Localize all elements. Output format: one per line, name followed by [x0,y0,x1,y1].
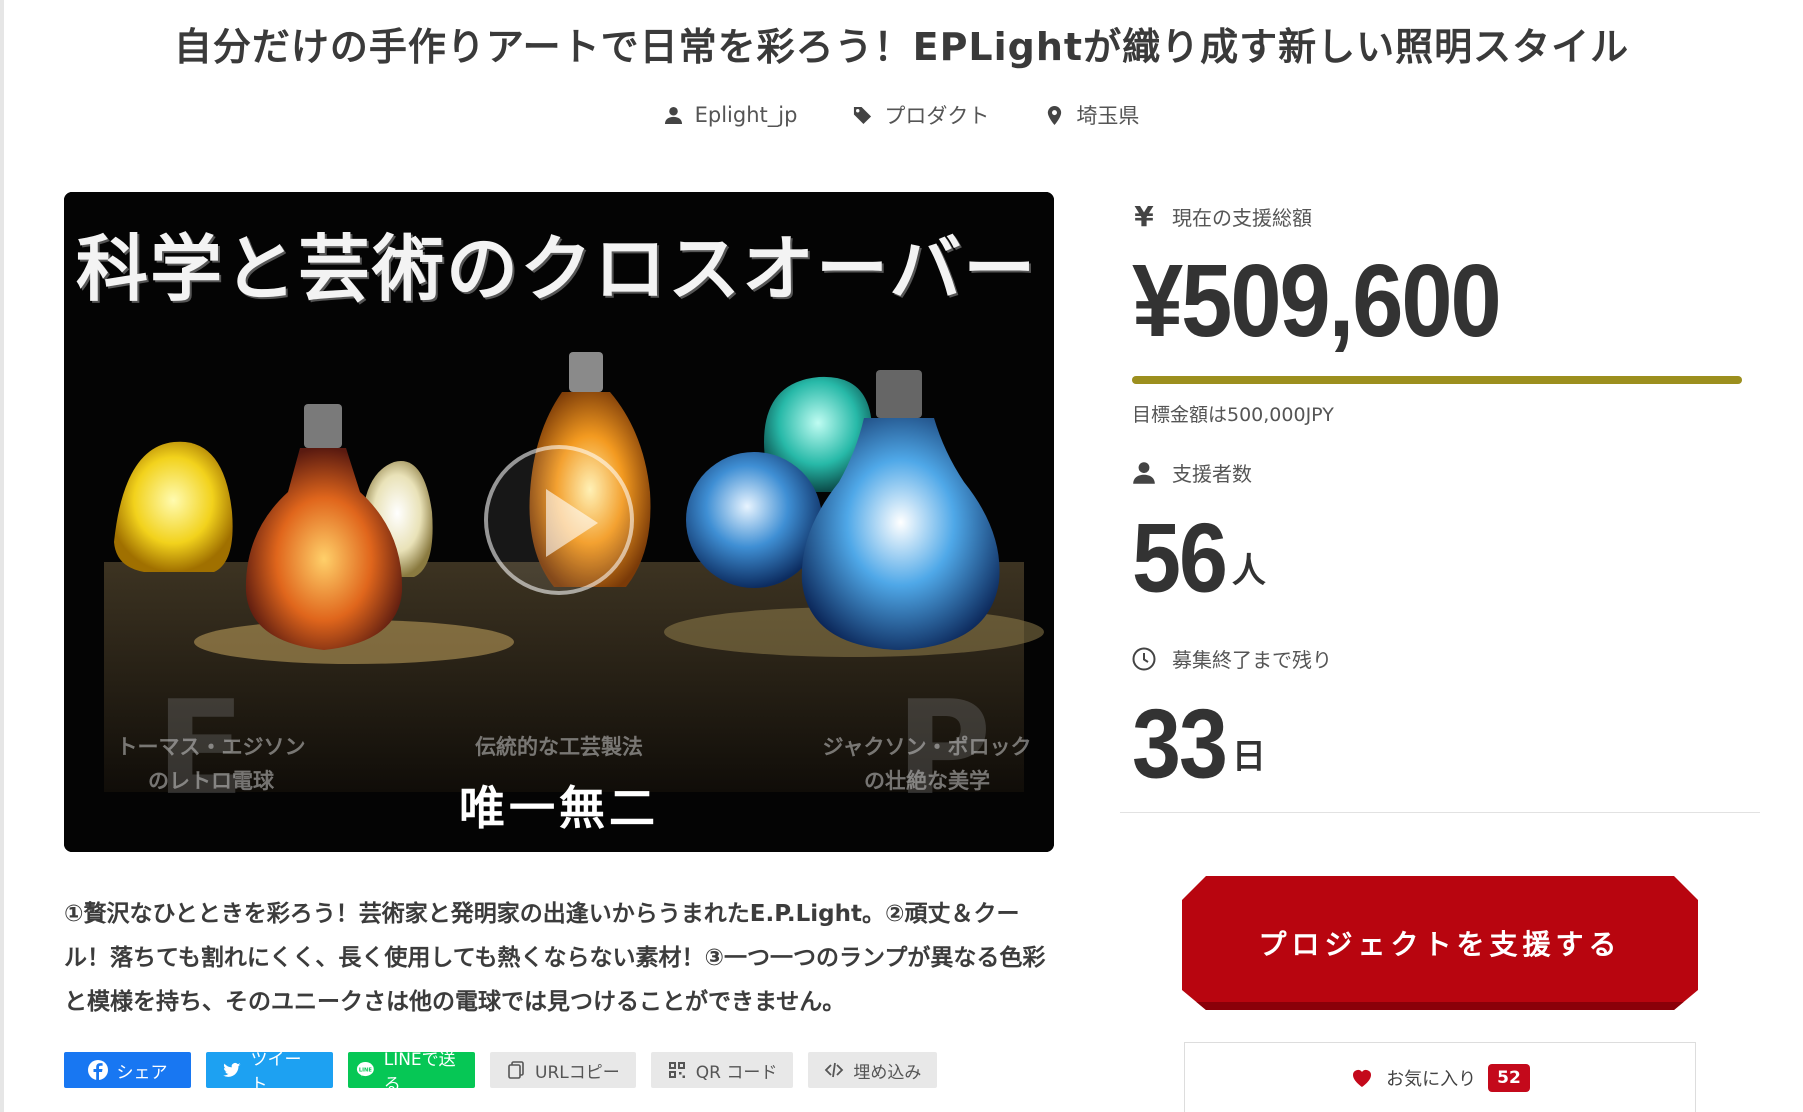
url-copy-button[interactable]: URLコピー [490,1052,636,1088]
backers-count: 56 [1132,502,1228,613]
remaining-label-row: 募集終了まで残り [1132,644,1332,673]
video-caption-right: ジャクソン・ポロック の壮絶な美学 [812,730,1042,798]
line-share-label: LINEで送る [383,1050,456,1095]
remaining-unit: 日 [1231,737,1266,777]
user-icon [1133,461,1155,484]
favorite-label: お気に入り [1386,1069,1477,1090]
facebook-share-label: シェア [116,1062,168,1083]
favorite-button[interactable]: お気に入り 52 [1184,1042,1696,1112]
video-caption-mid: 伝統的な工芸製法 [475,735,643,759]
svg-text:LINE: LINE [359,1067,372,1073]
url-copy-label: URLコピー [535,1062,620,1083]
copy-icon [508,1061,524,1079]
video-caption-mid-main: 唯一無二 [459,781,659,835]
goal-amount: 目標金額は500,000JPY [1132,404,1334,426]
caption-left-line-2: のレトロ電球 [148,769,274,793]
backers-unit: 人 [1231,551,1266,591]
backers-label-row: 支援者数 [1132,458,1266,487]
embed-label: 埋め込み [853,1062,922,1083]
backers-value: 56 人 [1132,501,1266,613]
caption-right-line-2: の壮絶な美学 [864,769,990,793]
remaining-block: 募集終了まで残り 33 日 [1132,644,1332,799]
facebook-icon [87,1060,108,1080]
share-buttons: シェア ツイート LINE LINEで送る URLコピー QR コード 埋め込み [64,1050,938,1095]
stats-divider [1120,812,1760,813]
remaining-days: 33 [1132,688,1228,799]
heart-icon [1353,1070,1372,1087]
user-icon [664,106,682,124]
funding-progress-fill [1132,376,1742,384]
code-icon [825,1062,844,1078]
stats-panel: ¥ 現在の支援総額 ¥509,600 目標金額は500,000JPY 支援者数 … [1120,200,1760,799]
location-name: 埼玉県 [1076,104,1140,128]
qr-code-icon [668,1062,685,1078]
funding-progress-bar [1132,376,1742,384]
line-share-button[interactable]: LINE LINEで送る [348,1050,475,1095]
video-heading: 科学と芸術のクロスオーバー [76,226,1038,311]
page-left-border [0,0,4,1112]
qr-code-button[interactable]: QR コード [650,1052,794,1088]
twitter-share-label: ツイート [250,1050,302,1095]
support-project-button[interactable]: プロジェクトを支援する [1182,876,1698,1010]
author-name: Eplight_jp [694,103,798,127]
twitter-share-button[interactable]: ツイート [206,1050,333,1095]
backers-label: 支援者数 [1172,462,1252,486]
remaining-label: 募集終了まで残り [1172,648,1332,672]
project-summary: ①贅沢なひとときを彩ろう！芸術家と発明家の出逢いからうまれたE.P.Light。… [64,901,1046,1015]
meta-category[interactable]: プロダクト [853,100,989,130]
favorite-count-badge: 52 [1488,1064,1530,1092]
play-button[interactable] [484,445,634,595]
facebook-share-button[interactable]: シェア [64,1052,191,1088]
project-video[interactable]: 科学と芸術のクロスオーバー E P トーマス・エジソン のレトロ電球 伝統的な工… [64,192,1054,852]
twitter-icon [222,1062,241,1077]
project-meta: Eplight_jp プロダクト 埼玉県 [0,100,1803,130]
total-amount: ¥509,600 [1132,244,1502,359]
tag-icon [854,106,872,124]
project-title: 自分だけの手作りアートで日常を彩ろう！EPLightが織り成す新しい照明スタイル [173,25,1630,69]
meta-author[interactable]: Eplight_jp [664,100,798,130]
map-pin-icon [1048,105,1062,125]
caption-right-line-1: ジャクソン・ポロック [822,735,1032,759]
meta-location[interactable]: 埼玉県 [1045,100,1139,130]
remaining-value: 33 日 [1132,687,1332,799]
backers-block: 支援者数 56 人 [1132,458,1266,613]
line-icon: LINE [356,1062,374,1077]
total-label: 現在の支援総額 [1172,206,1312,230]
category-name: プロダクト [884,104,990,128]
total-label-row: ¥ 現在の支援総額 [1132,200,1760,233]
video-caption-left: トーマス・エジソン のレトロ電球 [86,730,336,798]
qr-code-label: QR コード [695,1062,778,1083]
clock-icon [1132,647,1156,670]
yen-icon: ¥ [1134,200,1154,233]
embed-button[interactable]: 埋め込み [808,1052,938,1088]
caption-left-line-1: トーマス・エジソン [116,735,306,759]
